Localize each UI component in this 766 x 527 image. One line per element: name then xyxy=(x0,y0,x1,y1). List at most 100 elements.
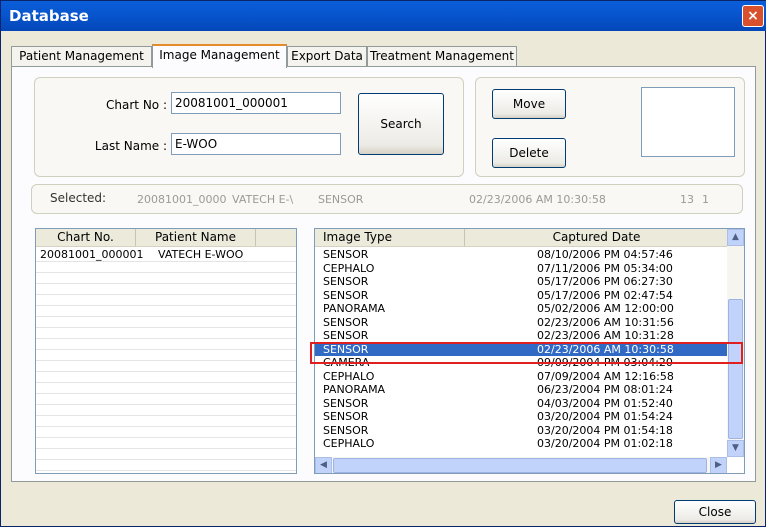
grid-line xyxy=(36,404,296,405)
image-col-date[interactable]: Captured Date xyxy=(465,229,729,246)
table-row[interactable]: PANORAMA 05/02/2006 AM 12:00:00 xyxy=(315,303,727,315)
image-list-hscrollbar[interactable]: ◀ ▶ xyxy=(315,457,727,473)
image-type-cell: CEPHALO xyxy=(323,369,375,383)
chart-no-label: Chart No : xyxy=(106,98,167,112)
table-row[interactable]: CEPHALO 07/11/2006 PM 05:34:00 xyxy=(315,261,727,275)
grid-line xyxy=(36,338,296,339)
table-row[interactable]: SENSOR 02/23/2006 AM 10:31:28 xyxy=(315,330,727,342)
hscroll-thumb[interactable] xyxy=(333,458,707,473)
image-preview xyxy=(641,87,735,157)
image-type-cell: CEPHALO xyxy=(323,437,375,450)
grid-line xyxy=(36,305,296,306)
image-type-cell: SENSOR xyxy=(323,275,369,288)
image-col-type[interactable]: Image Type xyxy=(315,229,465,246)
table-row[interactable]: SENSOR 05/17/2006 PM 06:27:30 xyxy=(315,276,727,288)
window-title: Database xyxy=(9,7,89,25)
selected-type: SENSOR xyxy=(318,193,364,206)
grid-line xyxy=(36,327,296,328)
grid-line xyxy=(36,415,296,416)
patient-name-cell: VATECH E-WOO xyxy=(158,248,244,261)
delete-button[interactable]: Delete xyxy=(492,138,566,168)
grid-line xyxy=(36,316,296,317)
captured-date-cell: 05/17/2006 PM 06:27:30 xyxy=(537,275,673,288)
selected-num2: 1 xyxy=(702,193,709,206)
captured-date-cell: 03/20/2004 PM 01:54:18 xyxy=(537,423,673,437)
selected-chart: 20081001_0000 xyxy=(137,193,227,206)
table-row[interactable]: CEPHALO 03/20/2004 PM 01:02:18 xyxy=(315,438,727,450)
grid-line xyxy=(36,437,296,438)
captured-date-cell: 06/23/2004 PM 08:01:24 xyxy=(537,383,673,396)
grid-line xyxy=(36,470,296,471)
table-row[interactable]: CEPHALO 07/09/2004 AM 12:16:58 xyxy=(315,369,727,383)
grid-line xyxy=(36,459,296,460)
image-type-cell: SENSOR xyxy=(323,288,369,302)
image-type-cell: SENSOR xyxy=(323,248,369,261)
captured-date-cell: 07/09/2004 AM 12:16:58 xyxy=(537,369,674,383)
image-type-cell: SENSOR xyxy=(323,396,369,410)
move-button[interactable]: Move xyxy=(492,89,566,119)
scroll-left-icon[interactable]: ◀ xyxy=(315,457,332,473)
image-type-cell: SENSOR xyxy=(323,423,369,437)
image-type-cell: PANORAMA xyxy=(323,383,386,396)
captured-date-cell: 04/03/2004 PM 01:52:40 xyxy=(537,396,673,410)
selected-name: VATECH E-\ xyxy=(232,193,294,206)
grid-line xyxy=(36,426,296,427)
tab-patient-management[interactable]: Patient Management xyxy=(11,46,152,66)
captured-date-cell: 02/23/2006 AM 10:31:28 xyxy=(537,329,674,342)
selected-date: 02/23/2006 AM 10:30:58 xyxy=(469,193,606,206)
tab-export-data[interactable]: Export Data xyxy=(287,46,367,66)
image-list-header: Image Type Captured Date xyxy=(315,229,729,247)
scroll-thumb[interactable] xyxy=(728,299,743,439)
image-type-cell: SENSOR xyxy=(323,315,369,329)
grid-line xyxy=(36,294,296,295)
scroll-right-icon[interactable]: ▶ xyxy=(710,457,727,473)
selected-label: Selected: xyxy=(50,191,107,205)
last-name-input[interactable]: E-WOO xyxy=(171,133,341,155)
database-window: Database × Patient Management Image Mana… xyxy=(0,0,766,527)
grid-line xyxy=(36,371,296,372)
table-row[interactable]: SENSOR 03/20/2004 PM 01:54:18 xyxy=(315,423,727,437)
table-row[interactable]: 20081001_000001 VATECH E-WOO xyxy=(36,248,296,261)
image-type-cell: CEPHALO xyxy=(323,261,375,275)
scroll-up-icon[interactable]: ▲ xyxy=(727,229,744,246)
grid-line xyxy=(36,382,296,383)
grid-line xyxy=(36,360,296,361)
tab-image-management[interactable]: Image Management xyxy=(152,44,287,68)
grid-line xyxy=(36,448,296,449)
selected-num1: 13 xyxy=(680,193,694,206)
patient-col-chart[interactable]: Chart No. xyxy=(36,229,136,246)
grid-line xyxy=(36,393,296,394)
captured-date-cell: 05/17/2006 PM 02:47:54 xyxy=(537,288,673,302)
patient-list-header: Chart No. Patient Name xyxy=(36,229,296,247)
scroll-down-icon[interactable]: ▼ xyxy=(727,440,744,457)
captured-date-cell: 08/10/2006 PM 04:57:46 xyxy=(537,248,673,261)
table-row[interactable]: SENSOR 08/10/2006 PM 04:57:46 xyxy=(315,249,727,261)
tab-treatment-management[interactable]: Treatment Management xyxy=(367,46,517,66)
captured-date-cell: 03/20/2004 PM 01:54:24 xyxy=(537,410,673,423)
captured-date-cell: 02/23/2006 AM 10:31:56 xyxy=(537,315,674,329)
chart-no-input[interactable]: 20081001_000001 xyxy=(171,92,341,114)
close-button[interactable]: Close xyxy=(674,500,756,524)
grid-line xyxy=(36,261,296,262)
last-name-label: Last Name : xyxy=(94,139,167,153)
window-close-icon[interactable]: × xyxy=(742,5,764,27)
table-row[interactable]: SENSOR 05/17/2006 PM 02:47:54 xyxy=(315,288,727,302)
patient-chart-cell: 20081001_000001 xyxy=(40,248,144,261)
image-type-cell: SENSOR xyxy=(323,410,369,423)
selection-highlight-box xyxy=(310,342,743,364)
table-row[interactable]: SENSOR 02/23/2006 AM 10:31:56 xyxy=(315,315,727,329)
grid-line xyxy=(36,283,296,284)
patient-list[interactable]: Chart No. Patient Name 20081001_000001 V… xyxy=(35,228,297,474)
captured-date-cell: 05/02/2006 AM 12:00:00 xyxy=(537,302,674,315)
selected-info-bar: Selected: 20081001_0000 VATECH E-\ SENSO… xyxy=(31,184,743,214)
search-button[interactable]: Search xyxy=(358,93,444,155)
table-row[interactable]: PANORAMA 06/23/2004 PM 08:01:24 xyxy=(315,384,727,396)
table-row[interactable]: SENSOR 04/03/2004 PM 01:52:40 xyxy=(315,396,727,410)
captured-date-cell: 07/11/2006 PM 05:34:00 xyxy=(537,261,673,275)
image-type-cell: PANORAMA xyxy=(323,302,386,315)
table-row[interactable]: SENSOR 03/20/2004 PM 01:54:24 xyxy=(315,411,727,423)
captured-date-cell: 03/20/2004 PM 01:02:18 xyxy=(537,437,673,450)
patient-col-name[interactable]: Patient Name xyxy=(136,229,256,246)
grid-line xyxy=(36,349,296,350)
title-bar: Database × xyxy=(1,1,766,31)
